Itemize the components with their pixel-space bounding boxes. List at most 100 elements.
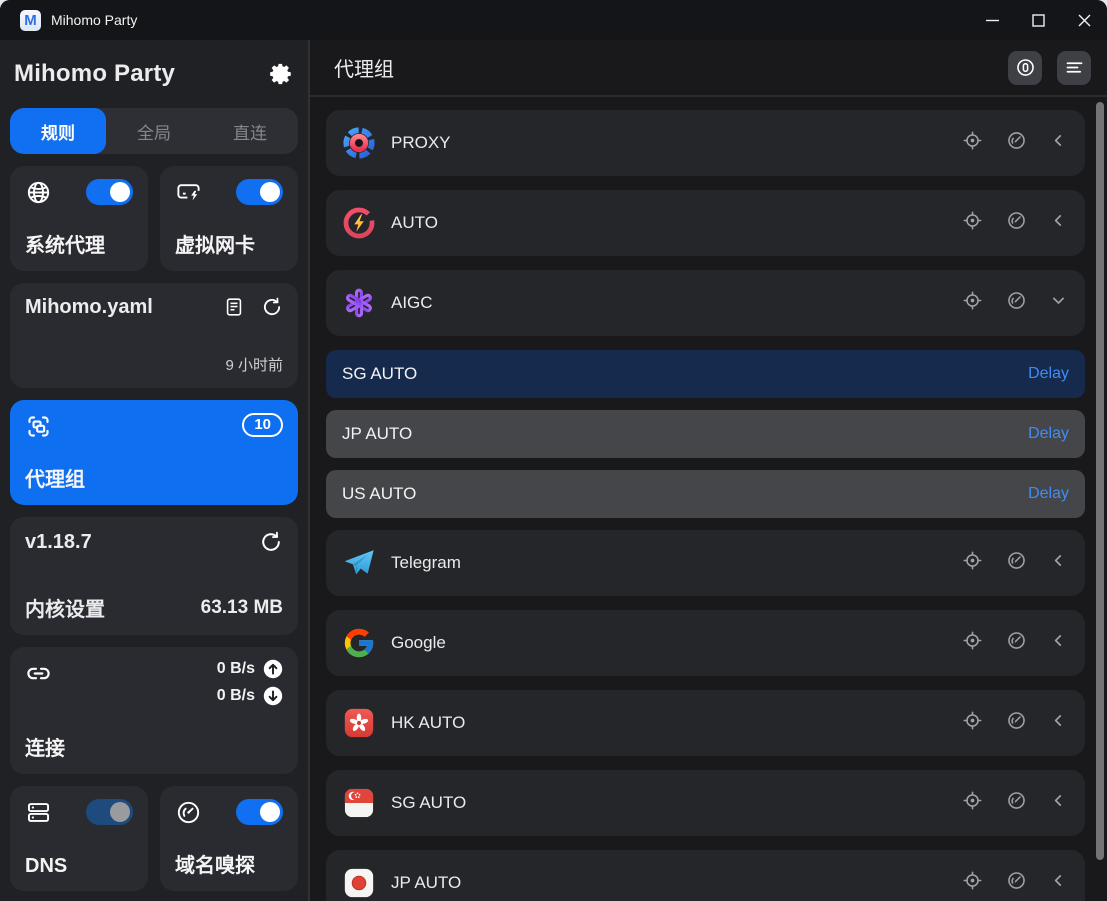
chevron-left-icon[interactable]	[1050, 632, 1067, 654]
proxy-node-row[interactable]: SG AUTO Delay	[326, 350, 1085, 398]
scan-groups-icon	[25, 413, 52, 440]
proxy-groups-count-badge: 10	[242, 413, 283, 437]
sniff-toggle[interactable]	[236, 799, 283, 825]
outbound-mode-tabs: 规则 全局 直连	[10, 108, 298, 154]
settings-gear-icon[interactable]	[268, 61, 294, 87]
virtual-nic-label: 虚拟网卡	[175, 229, 255, 258]
locate-icon[interactable]	[962, 550, 983, 576]
proxy-node-row[interactable]: US AUTO Delay	[326, 470, 1085, 518]
proxy-node-name: SG AUTO	[342, 364, 417, 384]
sniffer-gauge-icon	[175, 799, 202, 826]
proxy-groups-card[interactable]: 10 代理组	[10, 400, 298, 505]
speedtest-icon[interactable]	[1006, 870, 1027, 896]
core-card[interactable]: v1.18.7 内核设置 63.13 MB	[10, 517, 298, 635]
locate-icon[interactable]	[962, 130, 983, 156]
speedtest-icon[interactable]	[1006, 710, 1027, 736]
text-align-left-icon[interactable]	[1057, 51, 1091, 85]
speedtest-icon[interactable]	[1006, 790, 1027, 816]
speedtest-icon[interactable]	[1006, 630, 1027, 656]
delay-button[interactable]: Delay	[1028, 365, 1069, 383]
locate-icon[interactable]	[962, 790, 983, 816]
system-proxy-toggle[interactable]	[86, 179, 133, 205]
tab-direct-mode[interactable]: 直连	[202, 108, 298, 154]
openai-icon	[342, 286, 376, 320]
virtual-nic-card[interactable]: 虚拟网卡	[160, 166, 298, 271]
sniff-card[interactable]: 域名嗅探	[160, 786, 298, 891]
tab-global-mode[interactable]: 全局	[106, 108, 202, 154]
proxy-node-row[interactable]: JP AUTODelay	[326, 410, 1085, 458]
locate-icon[interactable]	[962, 710, 983, 736]
chevron-left-icon[interactable]	[1050, 872, 1067, 894]
dns-server-icon	[25, 799, 52, 826]
globe-icon	[25, 179, 52, 206]
dns-card[interactable]: DNS	[10, 786, 148, 891]
locate-icon[interactable]	[962, 630, 983, 656]
profile-refresh-icon[interactable]	[261, 296, 283, 323]
google-icon	[342, 626, 376, 660]
hk-flag-icon	[342, 706, 376, 740]
proxy-group-row[interactable]: AUTO	[326, 190, 1085, 256]
proxy-group-row[interactable]: HK AUTO	[326, 690, 1085, 756]
main-header: 代理组	[310, 40, 1107, 97]
profile-name: Mihomo.yaml	[25, 296, 153, 319]
profile-card[interactable]: Mihomo.yaml 9 小时前	[10, 283, 298, 388]
scrollbar-thumb[interactable]	[1096, 102, 1104, 860]
minimize-button[interactable]	[969, 0, 1015, 40]
locate-icon[interactable]	[962, 290, 983, 316]
proxy-group-name: AUTO	[391, 213, 438, 233]
profile-file-icon[interactable]	[223, 296, 245, 323]
speedtest-icon[interactable]	[1006, 290, 1027, 316]
speedtest-icon[interactable]	[1006, 210, 1027, 236]
titlebar: M Mihomo Party	[0, 0, 1107, 40]
proxy-group-row[interactable]: SG AUTO	[326, 770, 1085, 836]
proxy-group-row[interactable]: Google	[326, 610, 1085, 676]
page-title: 代理组	[334, 53, 394, 82]
app-window: M Mihomo Party Mihomo Party 规则 全局 直连	[0, 0, 1107, 901]
chevron-left-icon[interactable]	[1050, 212, 1067, 234]
delay-button[interactable]: Delay	[1028, 485, 1069, 503]
proxy-group-name: SG AUTO	[391, 793, 466, 813]
speedtest-icon[interactable]	[1006, 550, 1027, 576]
connections-card[interactable]: 0 B/s 0 B/s 连接	[10, 647, 298, 774]
speedtest-icon[interactable]	[1006, 130, 1027, 156]
maximize-button[interactable]	[1015, 0, 1061, 40]
proxy-group-row[interactable]: AIGC	[326, 270, 1085, 336]
proxy-group-row[interactable]: PROXY	[326, 110, 1085, 176]
core-refresh-icon[interactable]	[259, 530, 283, 554]
telegram-icon	[342, 546, 376, 580]
upload-arrow-icon	[263, 659, 283, 679]
dns-label: DNS	[25, 855, 67, 878]
proxy-dial-icon	[342, 126, 376, 160]
virtual-nic-toggle[interactable]	[236, 179, 283, 205]
chevron-left-icon[interactable]	[1050, 552, 1067, 574]
tab-rule-mode[interactable]: 规则	[10, 108, 106, 154]
system-proxy-label: 系统代理	[25, 229, 105, 258]
locate-icon[interactable]	[962, 870, 983, 896]
download-speed: 0 B/s	[217, 687, 255, 705]
sniff-label: 域名嗅探	[175, 849, 255, 878]
auto-bolt-icon	[342, 206, 376, 240]
dns-toggle[interactable]	[86, 799, 133, 825]
network-card-icon	[175, 179, 202, 206]
chevron-left-icon[interactable]	[1050, 132, 1067, 154]
chevron-down-icon[interactable]	[1050, 292, 1067, 314]
proxy-group-name: AIGC	[391, 293, 433, 313]
chevron-left-icon[interactable]	[1050, 712, 1067, 734]
system-proxy-card[interactable]: 系统代理	[10, 166, 148, 271]
jp-flag-icon	[342, 866, 376, 900]
link-icon	[25, 660, 52, 687]
delay-button[interactable]: Delay	[1028, 425, 1069, 443]
core-version: v1.18.7	[25, 531, 92, 554]
proxy-group-row[interactable]: Telegram	[326, 530, 1085, 596]
chevron-left-icon[interactable]	[1050, 792, 1067, 814]
proxy-node-name: US AUTO	[342, 484, 416, 504]
locate-icon[interactable]	[962, 210, 983, 236]
close-button[interactable]	[1061, 0, 1107, 40]
proxy-group-row[interactable]: JP AUTO	[326, 850, 1085, 901]
proxy-group-name: Google	[391, 633, 446, 653]
window-title: Mihomo Party	[51, 12, 137, 28]
connections-label: 连接	[25, 732, 65, 761]
proxy-group-list: PROXYAUTOAIGCSG AUTODelayJP AUTODelayUS …	[310, 97, 1107, 901]
circled-zero-icon[interactable]	[1008, 51, 1042, 85]
proxy-group-name: PROXY	[391, 133, 451, 153]
